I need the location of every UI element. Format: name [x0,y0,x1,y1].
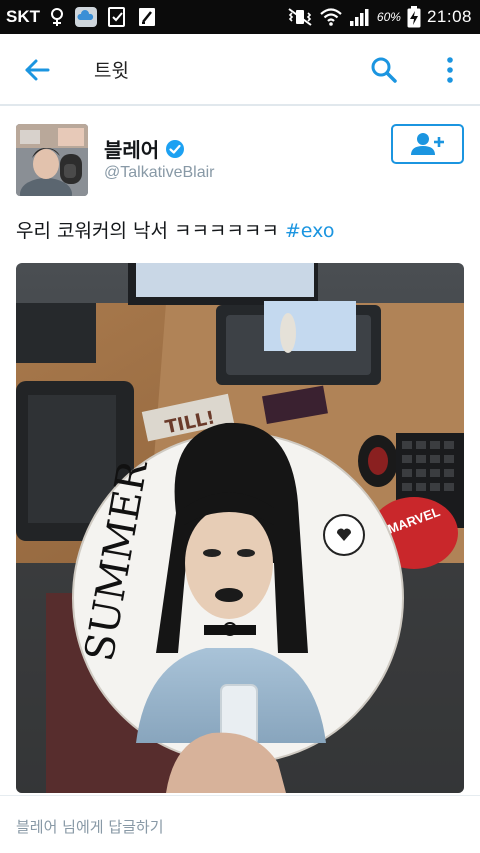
author-handle[interactable]: @TalkativeBlair [104,164,215,182]
status-bar: SKT 60% 21:08 [0,0,480,34]
wifi-icon [319,7,343,27]
more-vert-icon [447,57,453,83]
status-bar-right: 60% 21:08 [287,0,472,34]
carrier-label: SKT [6,7,40,26]
hashtag-link[interactable]: #exo [285,220,335,242]
vibrate-mute-icon [287,7,313,27]
clock-time: 21:08 [426,7,472,26]
female-symbol-icon [48,7,66,27]
search-icon [371,57,397,83]
tweet-text: 우리 코워커의 낙서 ㅋㅋㅋㅋㅋㅋ #exo [16,216,334,243]
back-arrow-icon [25,59,50,81]
note-edit-icon [136,6,158,28]
follow-button[interactable] [391,124,464,164]
reply-bar: 블레어 님에게 답글하기 [0,795,480,853]
tweet-photo[interactable]: MARVEL TILL! SUMMER [16,263,464,793]
photo-content: MARVEL TILL! SUMMER [16,263,464,793]
author-name[interactable]: 블레어 [104,134,185,163]
cloud-app-icon [74,6,98,28]
back-button[interactable] [22,56,52,84]
tweet-body-text: 우리 코워커의 낙서 ㅋㅋㅋㅋㅋㅋ [16,220,279,242]
app-bar: 트윗 [0,34,480,106]
status-bar-left: SKT [6,0,158,34]
signal-strength-icon [349,7,371,27]
reply-input[interactable]: 블레어 님에게 답글하기 [16,816,164,837]
page-title: 트윗 [94,60,129,82]
follow-user-icon [410,133,444,155]
avatar[interactable] [16,124,88,196]
battery-percent: 60% [376,10,401,24]
verified-badge-icon [166,139,185,158]
more-options-button[interactable] [440,54,460,86]
battery-charging-icon [407,6,421,28]
clipboard-check-icon [106,6,128,28]
search-button[interactable] [370,56,398,84]
author-display-name: 블레어 [104,138,160,162]
